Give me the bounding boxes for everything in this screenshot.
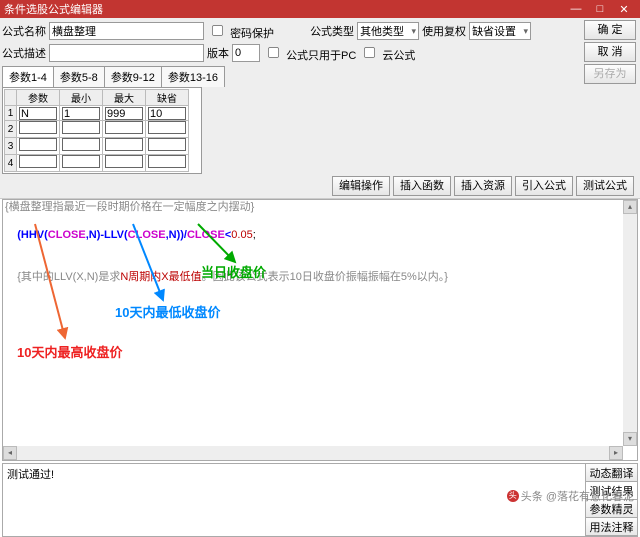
watermark-logo-icon: 头 <box>507 490 519 502</box>
tab-params-13-16[interactable]: 参数13-16 <box>161 66 225 87</box>
window-title: 条件选股公式编辑器 <box>4 1 564 17</box>
desc-label: 公式描述 <box>2 45 46 61</box>
pc-only-checkbox[interactable] <box>268 47 279 58</box>
test-formula-button[interactable]: 测试公式 <box>576 176 634 196</box>
edit-operation-button[interactable]: 编辑操作 <box>332 176 390 196</box>
side-tab-usage[interactable]: 用法注释 <box>586 518 637 536</box>
annotation-green: 当日收盘价 <box>201 262 266 281</box>
saveas-button[interactable]: 另存为 <box>584 64 636 84</box>
param-grid[interactable]: 参数 最小 最大 缺省 1 N 1 999 10 2 3 <box>4 89 189 172</box>
auth-label: 使用复权 <box>422 23 466 39</box>
code-editor[interactable]: {横盘整理指最近一段时期价格在一定幅度之内摆动} (HHV(CLOSE,N)-L… <box>2 199 638 461</box>
password-checkbox[interactable] <box>212 25 223 36</box>
password-checkbox-label[interactable]: 密码保护 <box>207 21 274 41</box>
minimize-button[interactable]: — <box>564 3 588 15</box>
h-scrollbar[interactable]: ◂ ▸ <box>3 446 623 460</box>
watermark-text: 头条 @落花有意化春泥 <box>521 488 634 504</box>
scroll-up-icon[interactable]: ▴ <box>623 200 637 214</box>
tab-params-9-12[interactable]: 参数9-12 <box>104 66 162 87</box>
type-combo[interactable]: 其他类型 <box>357 22 419 40</box>
operation-buttons-row: 编辑操作 插入函数 插入资源 引入公式 测试公式 <box>2 174 638 198</box>
import-formula-button[interactable]: 引入公式 <box>515 176 573 196</box>
cloud-label[interactable]: 云公式 <box>359 43 415 63</box>
right-button-column: 确 定 取 消 另存为 <box>584 20 636 84</box>
maximize-button[interactable]: □ <box>588 3 612 15</box>
desc-input[interactable] <box>49 44 204 62</box>
type-label: 公式类型 <box>310 23 354 39</box>
param-tabs: 参数1-4 参数5-8 参数9-12 参数13-16 <box>2 66 224 87</box>
tab-params-5-8[interactable]: 参数5-8 <box>53 66 105 87</box>
name-input[interactable] <box>49 22 204 40</box>
scroll-down-icon[interactable]: ▾ <box>623 432 637 446</box>
scroll-left-icon[interactable]: ◂ <box>3 446 17 460</box>
insert-function-button[interactable]: 插入函数 <box>393 176 451 196</box>
watermark: 头 头条 @落花有意化春泥 <box>507 488 634 504</box>
version-label: 版本 <box>207 45 229 61</box>
param-grid-pane: 参数 最小 最大 缺省 1 N 1 999 10 2 3 <box>2 87 202 174</box>
annotation-blue: 10天内最低收盘价 <box>115 302 220 321</box>
side-tab-translate[interactable]: 动态翻译 <box>586 464 637 482</box>
version-input[interactable] <box>232 44 260 62</box>
v-scrollbar[interactable]: ▴ ▾ <box>623 200 637 446</box>
pc-only-label[interactable]: 公式只用于PC <box>263 43 356 63</box>
close-button[interactable]: ✕ <box>612 3 636 16</box>
tab-params-1-4[interactable]: 参数1-4 <box>2 66 54 87</box>
result-text: 测试通过! <box>3 464 585 536</box>
scroll-right-icon[interactable]: ▸ <box>609 446 623 460</box>
form-panel: 公式名称 密码保护 公式类型 其他类型 使用复权 缺省设置 公式描述 版本 公式… <box>0 18 640 199</box>
cancel-button[interactable]: 取 消 <box>584 42 636 62</box>
cloud-checkbox[interactable] <box>364 47 375 58</box>
titlebar: 条件选股公式编辑器 — □ ✕ <box>0 0 640 18</box>
insert-resource-button[interactable]: 插入资源 <box>454 176 512 196</box>
name-label: 公式名称 <box>2 23 46 39</box>
annotation-arrows <box>3 200 623 460</box>
ok-button[interactable]: 确 定 <box>584 20 636 40</box>
auth-combo[interactable]: 缺省设置 <box>469 22 531 40</box>
annotation-red: 10天内最高收盘价 <box>17 342 122 361</box>
